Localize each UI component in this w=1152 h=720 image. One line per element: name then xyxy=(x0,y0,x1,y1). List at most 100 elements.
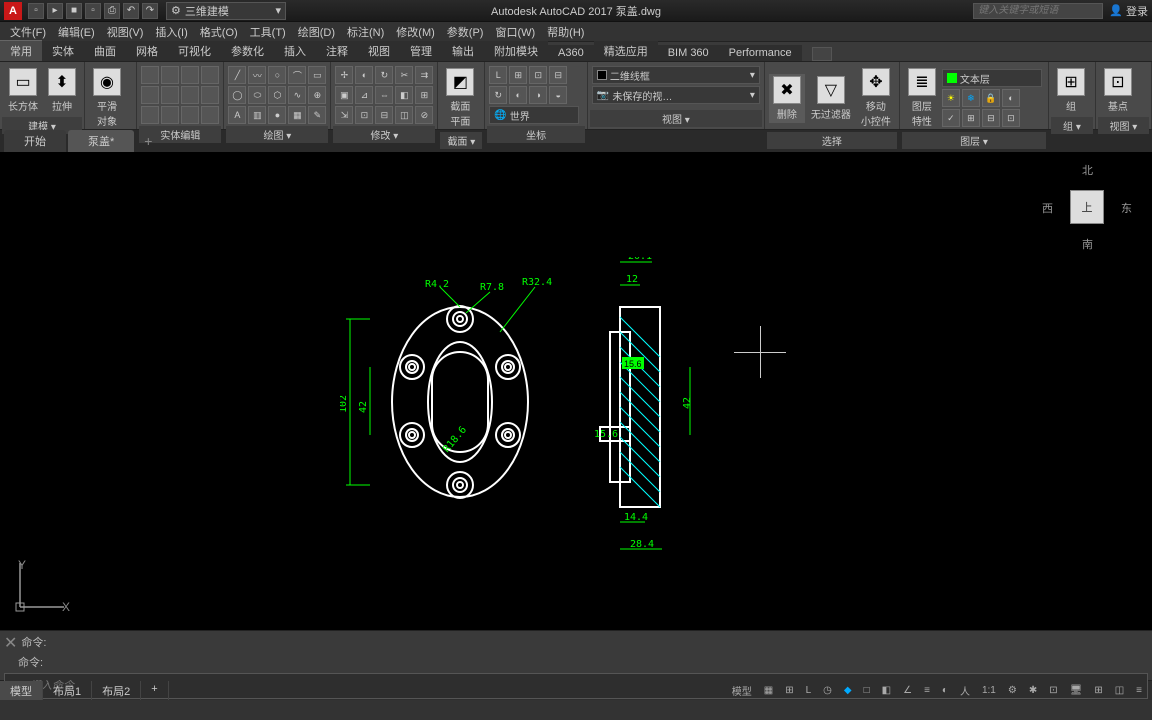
panel-draw-title[interactable]: 绘图 ▾ xyxy=(226,126,328,143)
tab-featured[interactable]: 精选应用 xyxy=(594,41,658,61)
se-btn-10[interactable] xyxy=(161,106,179,124)
ucs-btn-7[interactable]: ◑ xyxy=(529,86,547,104)
tab-param[interactable]: 参数化 xyxy=(221,41,274,61)
vc-top[interactable]: 上 xyxy=(1070,190,1104,224)
tab-bim360[interactable]: BIM 360 xyxy=(658,45,719,61)
panel-modify-title[interactable]: 修改 ▾ xyxy=(333,126,435,143)
menu-draw[interactable]: 绘图(D) xyxy=(292,24,341,40)
layout-2[interactable]: 布局2 xyxy=(92,681,141,700)
group-button[interactable]: ⊞组 xyxy=(1053,66,1089,115)
menu-window[interactable]: 窗口(W) xyxy=(489,24,541,40)
layout-1[interactable]: 布局1 xyxy=(43,681,92,700)
menu-help[interactable]: 帮助(H) xyxy=(541,24,590,40)
ucs-btn-3[interactable]: ⊡ xyxy=(529,66,547,84)
gizmo-button[interactable]: ✥移动 小控件 xyxy=(857,66,895,130)
cam-toggle[interactable] xyxy=(812,47,832,61)
draw-btn-7[interactable]: ⬭ xyxy=(248,86,266,104)
vc-south[interactable]: 南 xyxy=(1082,236,1093,252)
layer-btn-2[interactable]: ❄ xyxy=(962,89,980,107)
draw-btn-1[interactable]: ╱ xyxy=(228,66,246,84)
baseview-button[interactable]: ⊡基点 xyxy=(1100,66,1136,115)
layer-btn-6[interactable]: ⊞ xyxy=(962,109,980,127)
panel-group-title[interactable]: 组 ▾ xyxy=(1051,117,1093,134)
panel-view-title[interactable]: 视图 ▾ xyxy=(590,110,762,127)
status-gear[interactable]: ⚙ xyxy=(1004,683,1021,698)
extrude-button[interactable]: ⬍拉伸 xyxy=(44,66,80,115)
tab-solid[interactable]: 实体 xyxy=(42,41,84,61)
menu-modify[interactable]: 修改(M) xyxy=(390,24,441,40)
se-btn-11[interactable] xyxy=(181,106,199,124)
tab-home[interactable]: 常用 xyxy=(0,40,42,61)
mod-btn-9[interactable]: ◧ xyxy=(395,86,413,104)
tab-insert[interactable]: 插入 xyxy=(274,41,316,61)
ucs-btn-1[interactable]: L xyxy=(489,66,507,84)
status-grid[interactable]: ▦ xyxy=(760,683,777,698)
mod-btn-15[interactable]: ⊘ xyxy=(415,106,433,124)
status-polar[interactable]: ◷ xyxy=(819,683,836,698)
panel-viewpanel-title[interactable]: 视图 ▾ xyxy=(1098,117,1149,134)
mod-btn-11[interactable]: ⇲ xyxy=(335,106,353,124)
tab-surface[interactable]: 曲面 xyxy=(84,41,126,61)
mod-btn-4[interactable]: ✂ xyxy=(395,66,413,84)
se-btn-9[interactable] xyxy=(141,106,159,124)
mod-btn-6[interactable]: ▣ xyxy=(335,86,353,104)
tab-view[interactable]: 视图 xyxy=(358,41,400,61)
panel-section-title[interactable]: 截面 ▾ xyxy=(440,132,482,149)
vc-east[interactable]: 东 xyxy=(1121,200,1132,216)
se-btn-1[interactable] xyxy=(141,66,159,84)
doc-tab-start[interactable]: 开始 xyxy=(4,130,66,152)
qat-new[interactable]: ▫ xyxy=(28,3,44,19)
menu-file[interactable]: 文件(F) xyxy=(4,24,52,40)
status-anno[interactable]: ✱ xyxy=(1025,683,1041,698)
menu-view[interactable]: 视图(V) xyxy=(101,24,150,40)
tab-manage[interactable]: 管理 xyxy=(400,41,442,61)
menu-tools[interactable]: 工具(T) xyxy=(244,24,292,40)
draw-btn-14[interactable]: ▦ xyxy=(288,106,306,124)
vstyle-combo[interactable]: 📷未保存的视…▾ xyxy=(592,86,760,104)
layer-btn-5[interactable]: ✓ xyxy=(942,109,960,127)
qat-redo[interactable]: ↷ xyxy=(142,3,158,19)
status-monitor[interactable]: 🖥 xyxy=(1066,683,1087,698)
status-lwt[interactable]: ≡ xyxy=(920,683,934,698)
se-btn-12[interactable] xyxy=(201,106,219,124)
qat-undo[interactable]: ↶ xyxy=(123,3,139,19)
menu-edit[interactable]: 编辑(E) xyxy=(52,24,101,40)
status-ortho[interactable]: L xyxy=(802,683,816,698)
viewcube[interactable]: 北 南 东 西 上 xyxy=(1042,162,1132,252)
draw-btn-6[interactable]: ◯ xyxy=(228,86,246,104)
qat-open[interactable]: ▸ xyxy=(47,3,63,19)
layout-add[interactable]: + xyxy=(141,681,168,700)
status-transparency[interactable]: ◐ xyxy=(938,683,952,698)
se-btn-6[interactable] xyxy=(161,86,179,104)
qat-saveas[interactable]: ▫ xyxy=(85,3,101,19)
mod-btn-10[interactable]: ⊞ xyxy=(415,86,433,104)
status-scale[interactable]: 1:1 xyxy=(978,683,1000,698)
nofilter-button[interactable]: ▽无过滤器 xyxy=(807,74,855,123)
draw-btn-5[interactable]: ▭ xyxy=(308,66,326,84)
tab-visualize[interactable]: 可视化 xyxy=(168,41,221,61)
menu-insert[interactable]: 插入(I) xyxy=(149,24,193,40)
panel-coord-title[interactable]: 坐标 xyxy=(487,126,585,143)
mod-btn-12[interactable]: ⊡ xyxy=(355,106,373,124)
layer-btn-1[interactable]: ☀ xyxy=(942,89,960,107)
draw-btn-15[interactable]: ✎ xyxy=(308,106,326,124)
workspace-selector[interactable]: ⚙ 三维建模 ▾ xyxy=(166,2,286,20)
tab-output[interactable]: 输出 xyxy=(442,41,484,61)
vc-west[interactable]: 西 xyxy=(1042,200,1053,216)
tab-a360[interactable]: A360 xyxy=(548,45,594,61)
draw-btn-11[interactable]: A xyxy=(228,106,246,124)
status-3dosnap[interactable]: ◧ xyxy=(878,683,895,698)
draw-btn-8[interactable]: ⬡ xyxy=(268,86,286,104)
status-custom[interactable]: ≡ xyxy=(1132,683,1146,698)
ucs-btn-8[interactable]: ◒ xyxy=(549,86,567,104)
draw-btn-2[interactable]: 〰 xyxy=(248,66,266,84)
doc-tab-add[interactable]: + xyxy=(136,130,160,152)
ucs-btn-6[interactable]: ◐ xyxy=(509,86,527,104)
ucs-world-combo[interactable]: 🌐世界 xyxy=(489,106,579,124)
status-hw[interactable]: ⊞ xyxy=(1090,683,1106,698)
erase-button[interactable]: ✖删除 xyxy=(769,74,805,123)
tab-mesh[interactable]: 网格 xyxy=(126,41,168,61)
linetype-combo[interactable]: 二维线框▾ xyxy=(592,66,760,84)
se-btn-3[interactable] xyxy=(181,66,199,84)
ucs-btn-4[interactable]: ⊟ xyxy=(549,66,567,84)
